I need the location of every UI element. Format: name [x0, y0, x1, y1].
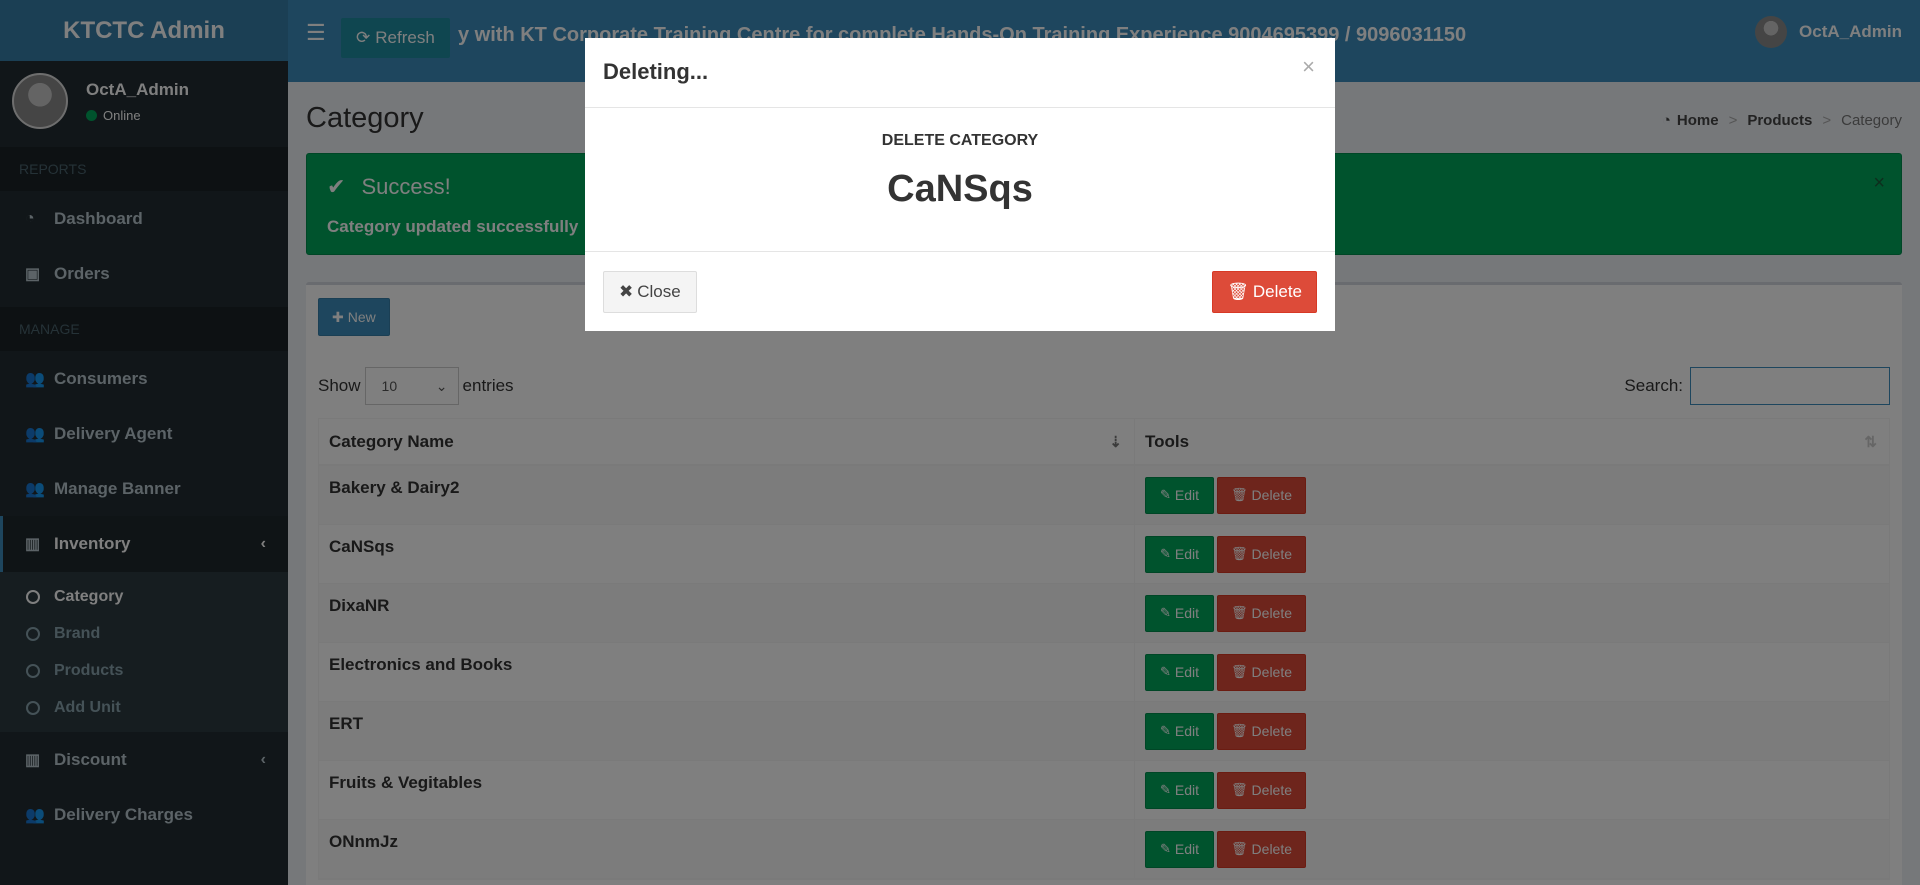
- modal-title: Deleting...: [603, 59, 709, 84]
- close-button-label: Close: [637, 282, 681, 301]
- close-icon: ✖: [619, 282, 634, 301]
- confirm-delete-button[interactable]: 🗑 Delete: [1212, 271, 1317, 313]
- delete-modal: Deleting... × DELETE CATEGORY CaNSqs ✖ C…: [585, 38, 1335, 331]
- modal-subtitle: DELETE CATEGORY: [881, 132, 1039, 149]
- close-button[interactable]: ✖ Close: [603, 271, 697, 313]
- modal-body: DELETE CATEGORY CaNSqs: [585, 108, 1335, 252]
- modal-close-icon[interactable]: ×: [1302, 54, 1315, 80]
- modal-category-name: CaNSqs: [887, 168, 1033, 210]
- trash-icon: 🗑: [1227, 282, 1249, 301]
- modal-footer: ✖ Close 🗑 Delete: [585, 252, 1335, 331]
- modal-header: Deleting... ×: [585, 38, 1335, 108]
- delete-button-label: Delete: [1252, 282, 1302, 301]
